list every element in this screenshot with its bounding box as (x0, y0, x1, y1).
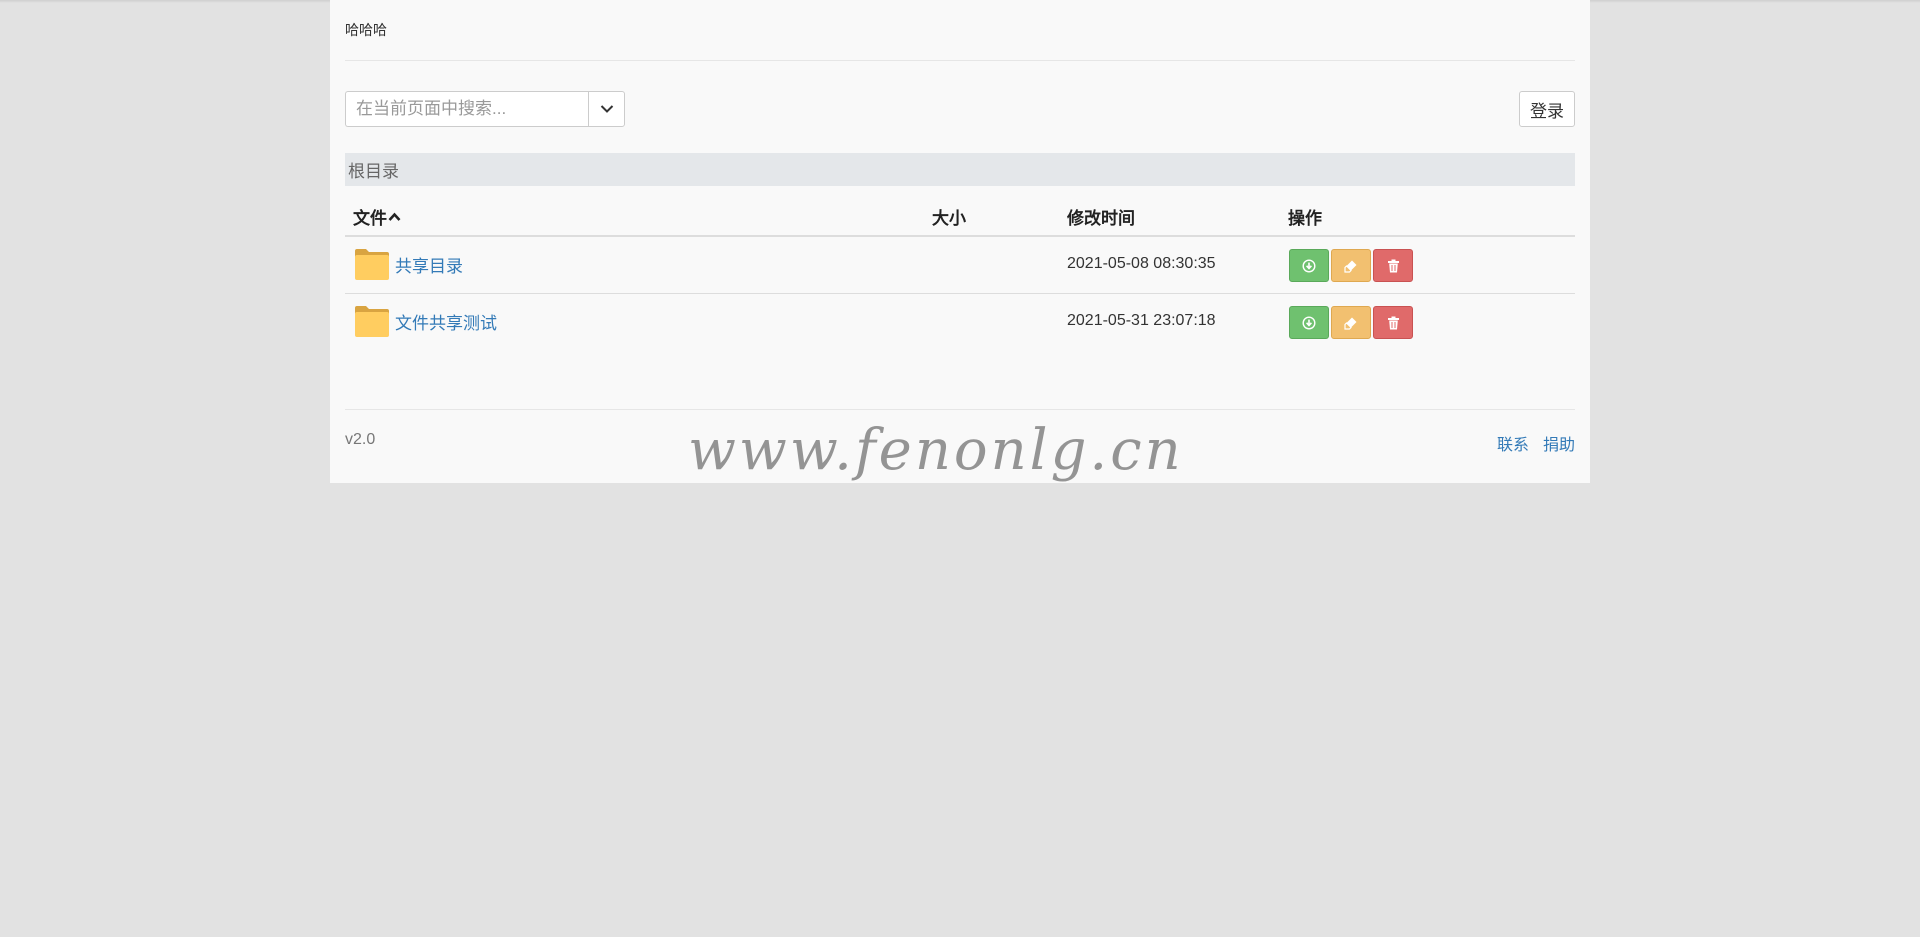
watermark: www.fenonlg.cn (688, 418, 1184, 483)
column-header-size[interactable]: 大小 (932, 204, 966, 229)
folder-link[interactable]: 共享目录 (395, 252, 463, 277)
table-row: 共享目录 2021-05-08 08:30:35 (345, 237, 1575, 294)
modified-time: 2021-05-08 08:30:35 (1067, 255, 1216, 272)
table-header: 文件 大小 修改时间 操作 (345, 200, 1575, 237)
rename-icon (1344, 260, 1357, 273)
column-header-file[interactable]: 文件 (353, 204, 401, 229)
modified-time: 2021-05-31 23:07:18 (1067, 312, 1216, 329)
rename-button[interactable] (1331, 249, 1371, 282)
delete-button[interactable] (1373, 306, 1413, 339)
folder-icon (355, 306, 389, 337)
version-label: v2.0 (345, 431, 376, 448)
row-actions (1289, 306, 1413, 339)
file-table: 文件 大小 修改时间 操作 共享目录 2021-05-08 08:30:35 文… (345, 200, 1575, 350)
caret-up-icon (388, 212, 401, 221)
breadcrumb-root[interactable]: 根目录 (345, 157, 399, 182)
folder-link[interactable]: 文件共享测试 (395, 309, 497, 334)
contact-link[interactable]: 联系 (1497, 431, 1529, 455)
trash-icon (1387, 316, 1399, 329)
download-icon (1302, 258, 1316, 273)
footer-links: 联系 捐助 (1497, 431, 1575, 455)
breadcrumb: 根目录 (345, 153, 1575, 186)
rename-button[interactable] (1331, 306, 1371, 339)
search-group (345, 91, 625, 127)
delete-button[interactable] (1373, 249, 1413, 282)
main-container: 哈哈哈 登录 根目录 文件 大小 修改时间 操作 (330, 0, 1590, 483)
download-button[interactable] (1289, 249, 1329, 282)
column-header-file-label: 文件 (353, 209, 387, 228)
column-header-modified[interactable]: 修改时间 (1067, 204, 1135, 229)
donate-link[interactable]: 捐助 (1543, 431, 1575, 455)
footer-divider (345, 409, 1575, 410)
download-icon (1302, 315, 1316, 330)
trash-icon (1387, 259, 1399, 272)
header-divider (345, 60, 1575, 61)
site-title: 哈哈哈 (345, 22, 387, 38)
chevron-down-icon (600, 105, 613, 113)
search-dropdown-button[interactable] (588, 91, 625, 127)
table-row: 文件共享测试 2021-05-31 23:07:18 (345, 294, 1575, 350)
download-button[interactable] (1289, 306, 1329, 339)
rename-icon (1344, 317, 1357, 330)
column-header-actions: 操作 (1288, 209, 1322, 228)
row-actions (1289, 249, 1413, 282)
login-button[interactable]: 登录 (1519, 91, 1575, 127)
folder-icon (355, 249, 389, 280)
search-input[interactable] (345, 91, 588, 127)
